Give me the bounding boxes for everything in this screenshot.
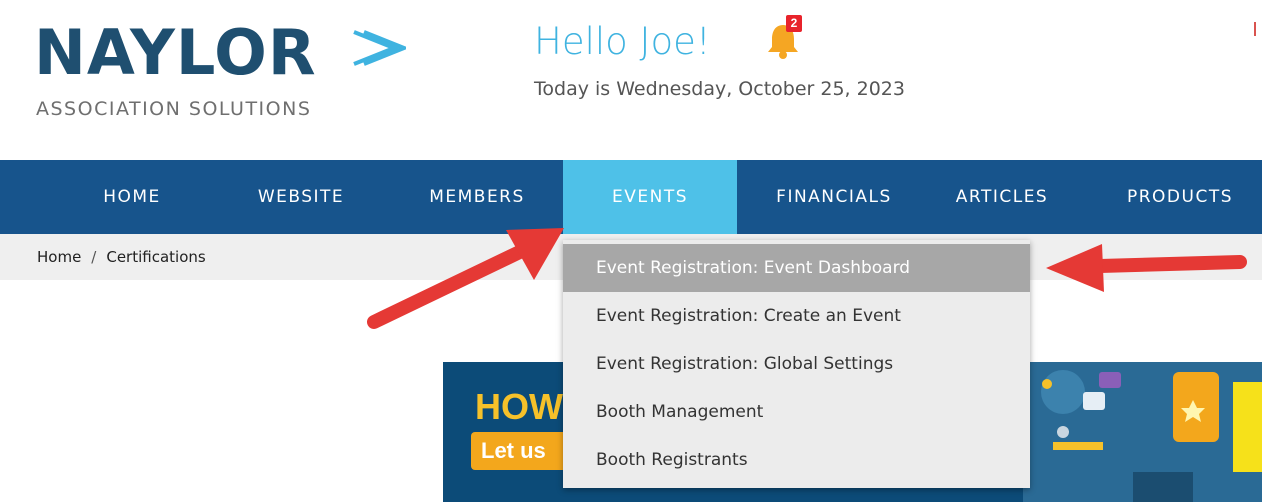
menu-item-booth-registrants[interactable]: Booth Registrants: [563, 436, 1030, 484]
logo-tagline: ASSOCIATION SOLUTIONS: [36, 98, 312, 120]
breadcrumb: Home / Certifications: [37, 248, 206, 266]
breadcrumb-separator: /: [91, 248, 97, 266]
banner-illustration: [1023, 362, 1262, 502]
breadcrumb-current[interactable]: Certifications: [106, 248, 205, 266]
naylor-logo[interactable]: NAYLOR ASSOCIATION SOLUTIONS: [34, 16, 406, 127]
nav-item-website[interactable]: WEBSITE: [226, 160, 376, 234]
header-edge-marker: [1254, 22, 1256, 36]
current-date: Today is Wednesday, October 25, 2023: [534, 78, 905, 100]
breadcrumb-home-link[interactable]: Home: [37, 248, 81, 266]
nav-item-events[interactable]: EVENTS: [563, 160, 737, 234]
nav-item-products[interactable]: PRODUCTS: [1098, 160, 1262, 234]
menu-item-global-settings[interactable]: Event Registration: Global Settings: [563, 340, 1030, 388]
nav-item-articles[interactable]: ARTICLES: [930, 160, 1074, 234]
events-dropdown-menu: Event Registration: Event Dashboard Even…: [563, 240, 1030, 488]
nav-item-members[interactable]: MEMBERS: [400, 160, 554, 234]
notification-badge: 2: [786, 15, 802, 32]
logo-chevron-icon: [353, 30, 406, 66]
logo-wordmark: NAYLOR: [34, 16, 317, 89]
nav-item-financials[interactable]: FINANCIALS: [742, 160, 926, 234]
menu-item-booth-management[interactable]: Booth Management: [563, 388, 1030, 436]
main-nav: HOME WEBSITE MEMBERS EVENTS FINANCIALS A…: [0, 160, 1262, 234]
menu-item-create-event[interactable]: Event Registration: Create an Event: [563, 292, 1030, 340]
banner-headline: HOW: [475, 386, 563, 427]
menu-item-event-dashboard[interactable]: Event Registration: Event Dashboard: [563, 244, 1030, 292]
greeting-text: Hello Joe!: [534, 20, 711, 63]
nav-item-home[interactable]: HOME: [64, 160, 200, 234]
